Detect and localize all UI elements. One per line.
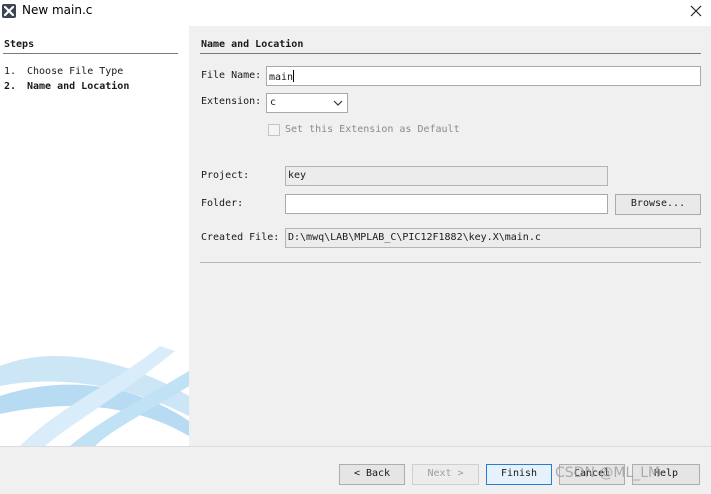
folder-input[interactable] [285, 194, 608, 214]
file-name-input[interactable]: main [266, 66, 701, 86]
netbeans-logo-icon [2, 4, 16, 18]
back-button[interactable]: < Back [339, 464, 405, 485]
set-default-label: Set this Extension as Default [285, 124, 460, 135]
created-file-label: Created File: [201, 232, 280, 243]
folder-label: Folder: [201, 198, 244, 209]
step-name-and-location: 2. Name and Location [4, 81, 129, 92]
next-button[interactable]: Next > [412, 464, 479, 485]
step-label: Choose File Type [27, 66, 124, 77]
extension-select[interactable]: c [266, 93, 348, 113]
browse-button[interactable]: Browse... [615, 194, 701, 215]
extension-label: Extension: [201, 96, 262, 107]
content-bottom-divider [200, 262, 701, 263]
text-caret [293, 70, 295, 82]
content-panel: Name and Location File Name: main Extens… [189, 26, 711, 446]
extension-value: c [270, 97, 277, 108]
step-choose-file-type: 1. Choose File Type [4, 66, 123, 77]
watermark-text: CSDN @ML_LM [555, 465, 661, 481]
window-title: New main.c [22, 3, 93, 17]
steps-panel: Steps 1. Choose File Type 2. Name and Loca… [0, 26, 189, 446]
content-title: Name and Location [201, 39, 304, 50]
steps-divider [3, 53, 178, 54]
project-value: key [288, 170, 307, 181]
step-label: Name and Location [27, 81, 130, 92]
content-divider [200, 53, 701, 54]
set-default-checkbox[interactable] [268, 124, 280, 136]
file-name-value: main [269, 72, 294, 83]
steps-title: Steps [4, 39, 35, 50]
step-number: 1. [4, 66, 17, 77]
close-icon[interactable] [686, 2, 706, 20]
title-bar: New main.c [0, 0, 711, 26]
created-file-field: D:\mwq\LAB\MPLAB_C\PIC12F1882\key.X\main… [285, 228, 701, 248]
chevron-down-icon [333, 100, 343, 106]
project-field: key [285, 166, 608, 186]
finish-button[interactable]: Finish [486, 464, 552, 485]
created-file-value: D:\mwq\LAB\MPLAB_C\PIC12F1882\key.X\main… [288, 232, 541, 243]
file-name-label: File Name: [201, 70, 262, 81]
decorative-swoosh-graphic [0, 346, 189, 446]
button-bar: < Back Next > Finish Cancel Help CSDN @M… [0, 446, 711, 494]
project-label: Project: [201, 170, 250, 181]
step-number: 2. [4, 81, 17, 92]
